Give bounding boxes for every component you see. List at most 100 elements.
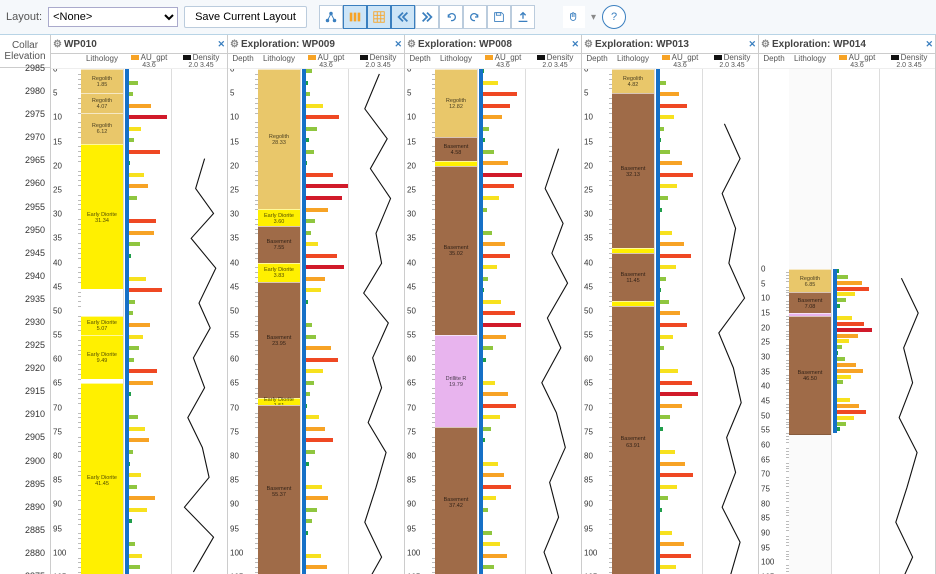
hand-icon[interactable] xyxy=(563,6,585,28)
collar-axis-ticks: 2985298029752970296529602955295029452940… xyxy=(0,68,50,574)
au-bar xyxy=(302,358,338,362)
depth-tick: 70 xyxy=(51,403,81,412)
gear-icon[interactable]: ⚙ xyxy=(230,39,239,50)
forward-icon[interactable] xyxy=(415,5,439,29)
panel-header[interactable]: ⚙Exploration: WP014✕ xyxy=(759,35,935,54)
density-label: Density2.0 3.45 xyxy=(883,54,935,68)
panel-header[interactable]: ⚙Exploration: WP008✕ xyxy=(405,35,581,54)
gear-icon[interactable]: ⚙ xyxy=(761,39,770,50)
collar-tick: 2950 xyxy=(0,225,50,235)
lithology-segment[interactable]: Regolith1.85 xyxy=(81,69,123,95)
depth-tick: 85 xyxy=(51,476,81,485)
density-label: Density2.0 3.45 xyxy=(175,54,227,68)
collar-tick: 2940 xyxy=(0,271,50,281)
layout-label: Layout: xyxy=(6,11,42,23)
lithology-segment[interactable]: Early Diorite9.49 xyxy=(81,335,123,381)
depth-label: Depth xyxy=(759,54,789,68)
panel-header[interactable]: ⚙Exploration: WP013✕ xyxy=(582,35,758,54)
panel-body: 0510152025303540455055606570758085909510… xyxy=(51,69,227,574)
au-bar xyxy=(302,265,344,269)
au-label: AU_gpt43.6 xyxy=(300,54,352,68)
close-icon[interactable]: ✕ xyxy=(217,39,225,50)
lithology-segment[interactable]: Basement23.95 xyxy=(258,282,300,400)
collar-tick: 2900 xyxy=(0,456,50,466)
depth-tick: 85 xyxy=(228,476,258,485)
depth-tick: 85 xyxy=(405,476,435,485)
export-icon[interactable] xyxy=(511,5,535,29)
collar-tick: 2975 xyxy=(0,109,50,119)
au-index-strip xyxy=(833,269,837,433)
lithology-segment[interactable]: Regolith6.85 xyxy=(789,269,831,294)
au-bar xyxy=(479,392,508,396)
lithology-segment[interactable]: Drillite R19.79 xyxy=(435,335,477,429)
lithology-segment[interactable]: Regolith4.82 xyxy=(612,69,654,95)
layout-select[interactable]: <None> xyxy=(48,7,178,27)
lithology-segment[interactable]: Basement63.91 xyxy=(612,306,654,574)
save-icon[interactable] xyxy=(487,5,511,29)
collar-tick: 2960 xyxy=(0,178,50,188)
lithology-segment[interactable]: Early Diorite5.07 xyxy=(81,316,123,337)
lithology-segment[interactable]: Early Diorite31.34 xyxy=(81,144,123,291)
au-bar xyxy=(479,554,507,558)
close-icon[interactable]: ✕ xyxy=(925,39,933,50)
au-bar xyxy=(656,392,698,396)
lithology-segment[interactable]: Regolith12.82 xyxy=(435,69,477,139)
help-icon[interactable]: ? xyxy=(602,5,626,29)
close-icon[interactable]: ✕ xyxy=(394,39,402,50)
lithology-segment[interactable] xyxy=(81,289,123,318)
au-bar xyxy=(302,438,333,442)
au-label: AU_gpt43.6 xyxy=(123,54,175,68)
panel-header[interactable]: ⚙Exploration: WP009✕ xyxy=(228,35,404,54)
depth-tick: 0 xyxy=(582,69,612,74)
network-icon[interactable] xyxy=(319,5,343,29)
au-index-strip xyxy=(656,69,660,574)
lithology-segment[interactable]: Basement37.42 xyxy=(435,427,477,574)
lithology-segment[interactable]: Regolith6.12 xyxy=(81,113,123,146)
close-icon[interactable]: ✕ xyxy=(571,39,579,50)
lithology-segment[interactable]: Basement4.58 xyxy=(435,137,477,163)
lithology-segment[interactable]: Regolith4.07 xyxy=(81,93,123,114)
redo-icon[interactable] xyxy=(463,5,487,29)
depth-tick: 40 xyxy=(405,258,435,267)
depth-tick: 95 xyxy=(582,524,612,533)
density-column xyxy=(348,69,404,574)
lithology-column: Regolith4.82Basement32.13Basement11.45Ba… xyxy=(612,69,655,574)
density-column xyxy=(702,69,758,574)
lithology-segment[interactable]: Basement7.08 xyxy=(789,292,831,315)
depth-tick: 5 xyxy=(228,89,258,98)
lithology-segment[interactable]: Basement11.45 xyxy=(612,253,654,303)
panel-sub-header: DepthLithologyAU_gpt43.6Density2.0 3.45 xyxy=(582,54,758,69)
close-icon[interactable]: ✕ xyxy=(748,39,756,50)
columns-icon[interactable] xyxy=(343,5,367,29)
dropdown-caret-icon[interactable]: ▾ xyxy=(591,12,596,23)
rewind-icon[interactable] xyxy=(391,5,415,29)
lithology-segment[interactable]: Basement32.13 xyxy=(612,93,654,250)
au-index-strip xyxy=(125,69,129,574)
au-index-strip xyxy=(479,69,483,574)
panel-header[interactable]: ⚙WP010✕ xyxy=(51,35,227,54)
gear-icon[interactable]: ⚙ xyxy=(407,39,416,50)
gear-icon[interactable]: ⚙ xyxy=(584,39,593,50)
lithology-segment[interactable]: Basement7.55 xyxy=(258,226,300,264)
depth-tick: 50 xyxy=(228,306,258,315)
depth-tick: 90 xyxy=(405,500,435,509)
panel-body: 0510152025303540455055606570758085909510… xyxy=(228,69,404,574)
lithology-segment[interactable]: Basement35.02 xyxy=(435,166,477,337)
collar-tick: 2965 xyxy=(0,155,50,165)
au-bar xyxy=(833,287,869,291)
lithology-segment[interactable]: Basement55.37 xyxy=(258,405,300,574)
depth-tick: 30 xyxy=(228,210,258,219)
lithology-segment[interactable]: Early Diorite41.45 xyxy=(81,383,123,574)
grid-icon[interactable] xyxy=(367,5,391,29)
lithology-segment[interactable]: Early Diorite3.83 xyxy=(258,263,300,284)
gear-icon[interactable]: ⚙ xyxy=(53,39,62,50)
undo-icon[interactable] xyxy=(439,5,463,29)
au-bar xyxy=(302,196,342,200)
lithology-segment[interactable]: Basement46.50 xyxy=(789,316,831,435)
depth-tick: 95 xyxy=(228,524,258,533)
depth-tick: 75 xyxy=(582,427,612,436)
collar-tick: 2910 xyxy=(0,409,50,419)
save-layout-button[interactable]: Save Current Layout xyxy=(184,6,307,28)
depth-tick: 50 xyxy=(51,306,81,315)
lithology-segment[interactable]: Regolith28.33 xyxy=(258,69,300,211)
